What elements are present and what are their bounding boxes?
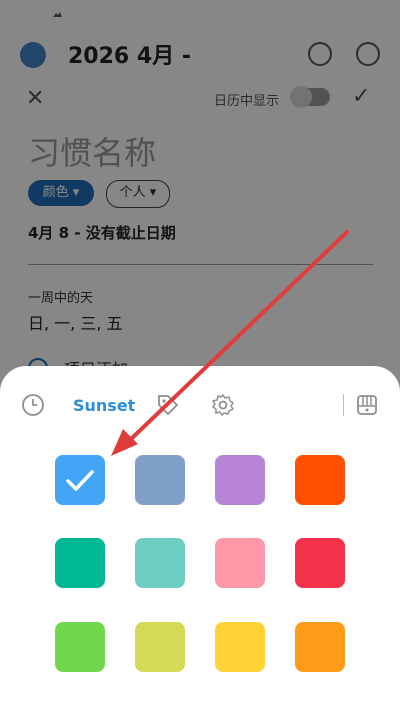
annotation-arrow	[111, 230, 349, 456]
